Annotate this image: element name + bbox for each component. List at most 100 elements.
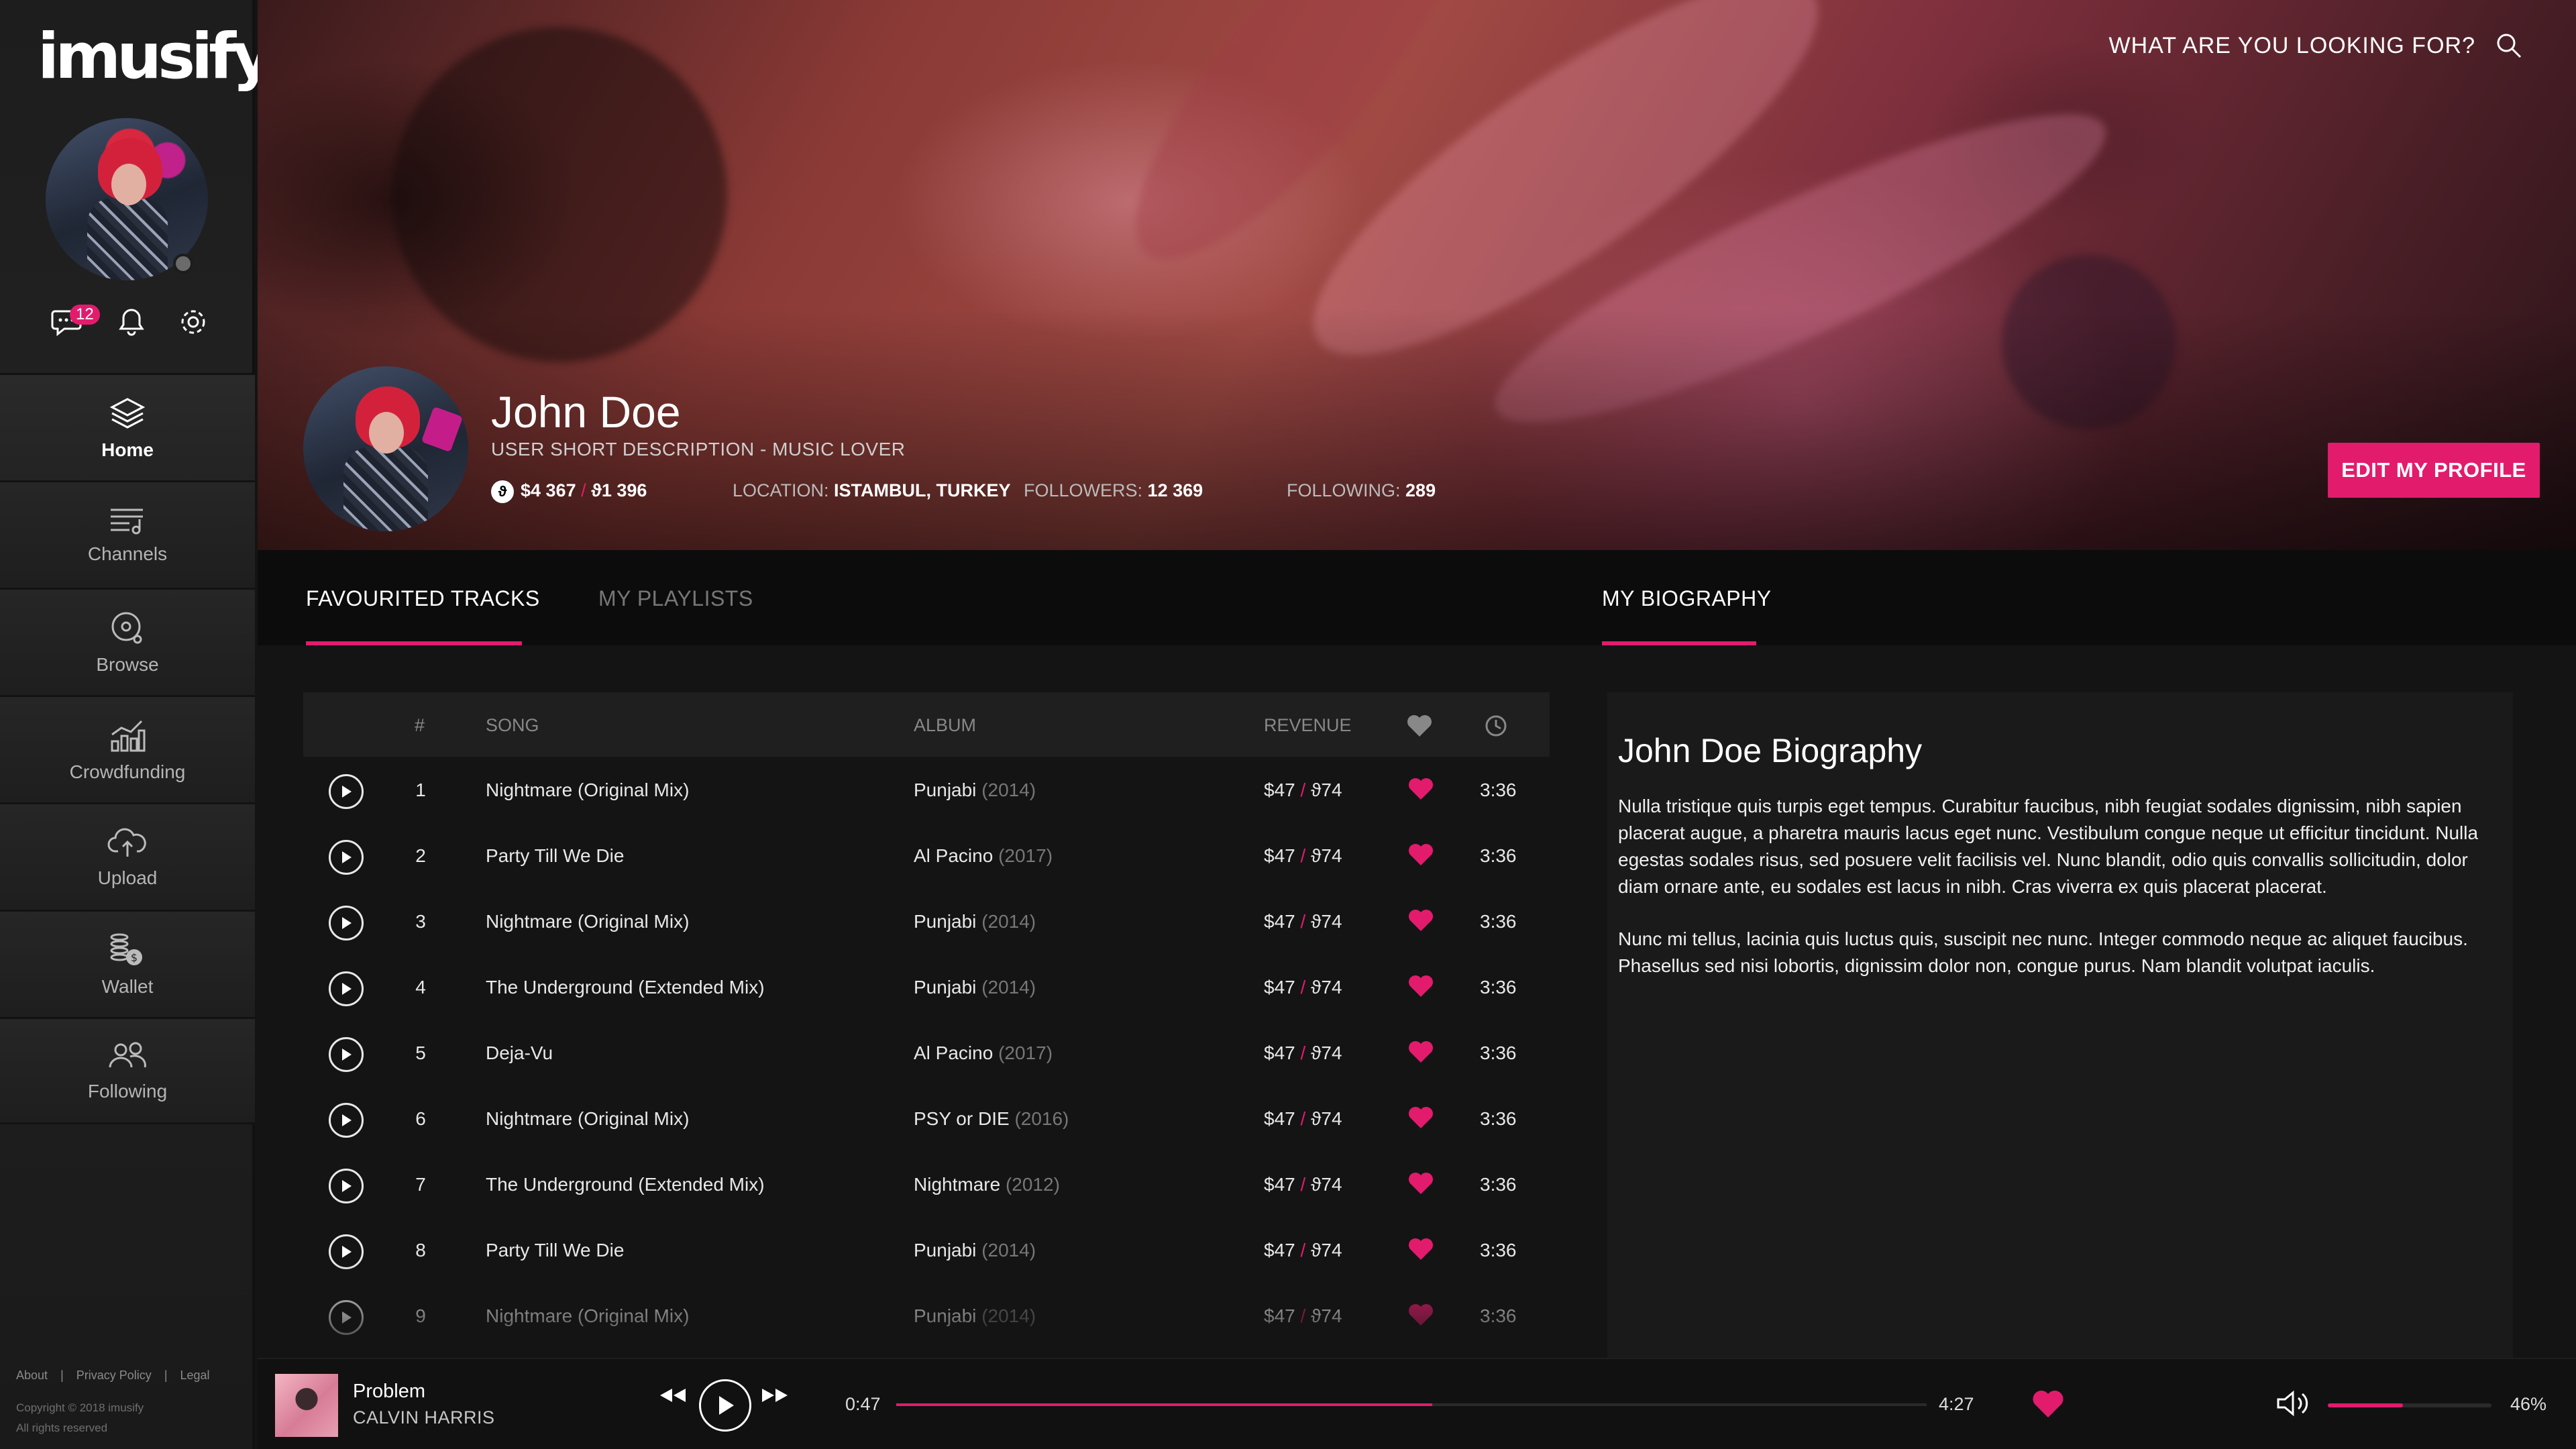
favourite-heart-icon[interactable] xyxy=(1407,908,1434,937)
favourite-heart-icon[interactable] xyxy=(1407,974,1434,1003)
row-play-button[interactable] xyxy=(329,774,364,809)
bell-icon[interactable] xyxy=(110,301,153,343)
col-revenue[interactable]: REVENUE xyxy=(1264,715,1352,736)
location-value: ISTAMBUL, TURKEY xyxy=(834,480,1011,500)
play-pause-button[interactable] xyxy=(699,1379,751,1432)
nav-item-following[interactable]: Following xyxy=(0,1017,255,1124)
app-logo[interactable]: imusify. xyxy=(38,20,288,93)
clock-icon[interactable] xyxy=(1484,714,1508,738)
track-song[interactable]: Party Till We Die xyxy=(486,1240,624,1261)
nav-item-home[interactable]: Home xyxy=(0,373,255,480)
revenue-usd: $47 xyxy=(1264,1174,1295,1195)
track-album[interactable]: Punjabi (2014) xyxy=(914,977,1036,998)
track-album[interactable]: Punjabi (2014) xyxy=(914,1240,1036,1261)
track-song[interactable]: Nightmare (Original Mix) xyxy=(486,911,689,932)
revenue-separator: / xyxy=(1300,1305,1306,1326)
track-song[interactable]: Deja-Vu xyxy=(486,1042,553,1064)
track-album[interactable]: Punjabi (2014) xyxy=(914,780,1036,801)
track-album[interactable]: Al Pacino (2017) xyxy=(914,845,1053,867)
table-row[interactable]: 7 The Underground (Extended Mix) Nightmare… xyxy=(303,1151,1550,1217)
favourite-heart-icon[interactable] xyxy=(1407,843,1434,871)
like-heart-icon[interactable] xyxy=(2031,1389,2065,1419)
track-album[interactable]: Punjabi (2014) xyxy=(914,911,1036,932)
favourite-heart-icon[interactable] xyxy=(1407,1303,1434,1332)
total-time: 4:27 xyxy=(1939,1394,1974,1414)
track-album[interactable]: PSY or DIE (2016) xyxy=(914,1108,1069,1130)
favourite-heart-icon[interactable] xyxy=(1407,1106,1434,1134)
play-icon xyxy=(342,983,352,995)
tab-favourited-tracks[interactable]: FAVOURITED TRACKS xyxy=(306,586,540,611)
track-album[interactable]: Punjabi (2014) xyxy=(914,1305,1036,1327)
chat-icon[interactable]: 12 xyxy=(47,301,100,343)
track-album[interactable]: Al Pacino (2017) xyxy=(914,1042,1053,1064)
table-body: 1 Nightmare (Original Mix) Punjabi (2014) $… xyxy=(303,757,1550,1348)
track-song[interactable]: The Underground (Extended Mix) xyxy=(486,977,765,998)
table-row[interactable]: 6 Nightmare (Original Mix) PSY or DIE (201… xyxy=(303,1085,1550,1151)
nav-item-upload[interactable]: Upload xyxy=(0,802,255,910)
rewind-icon[interactable] xyxy=(657,1386,687,1405)
revenue-token: ϑ74 xyxy=(1311,1305,1342,1326)
track-album[interactable]: Nightmare (2012) xyxy=(914,1174,1060,1195)
row-play-button[interactable] xyxy=(329,1234,364,1269)
volume-icon[interactable] xyxy=(2275,1390,2313,1417)
track-number: 5 xyxy=(415,1042,426,1063)
nav-item-crowdfunding[interactable]: Crowdfunding xyxy=(0,695,255,802)
revenue-usd: $47 xyxy=(1264,845,1295,866)
track-cover[interactable] xyxy=(275,1374,338,1437)
col-num: # xyxy=(415,715,425,735)
following-value: 289 xyxy=(1405,480,1436,500)
volume-slider[interactable] xyxy=(2328,1403,2491,1407)
row-play-button[interactable] xyxy=(329,1169,364,1203)
privacy-link[interactable]: Privacy Policy xyxy=(76,1368,152,1382)
heart-header-icon[interactable] xyxy=(1406,714,1433,738)
following[interactable]: FOLLOWING: 289 xyxy=(1287,480,1436,501)
track-song[interactable]: The Underground (Extended Mix) xyxy=(486,1174,765,1195)
col-song[interactable]: SONG xyxy=(486,715,539,736)
nav-label: Upload xyxy=(97,867,158,888)
followers[interactable]: FOLLOWERS: 12 369 xyxy=(1024,480,1203,501)
track-song[interactable]: Nightmare (Original Mix) xyxy=(486,1305,689,1327)
table-row[interactable]: 1 Nightmare (Original Mix) Punjabi (2014) $… xyxy=(303,757,1550,822)
row-play-button[interactable] xyxy=(329,840,364,875)
svg-text:$: $ xyxy=(131,951,138,964)
table-row[interactable]: 4 The Underground (Extended Mix) Punjabi (… xyxy=(303,954,1550,1020)
favourite-heart-icon[interactable] xyxy=(1407,1237,1434,1266)
search-label[interactable]: WHAT ARE YOU LOOKING FOR? xyxy=(2109,33,2475,59)
row-play-button[interactable] xyxy=(329,906,364,941)
tab-my-biography[interactable]: MY BIOGRAPHY xyxy=(1602,586,1772,611)
table-row[interactable]: 9 Nightmare (Original Mix) Punjabi (2014) $… xyxy=(303,1283,1550,1348)
row-play-button[interactable] xyxy=(329,1037,364,1072)
separator: | xyxy=(60,1368,64,1382)
row-play-button[interactable] xyxy=(329,1103,364,1138)
row-play-button[interactable] xyxy=(329,971,364,1006)
row-play-button[interactable] xyxy=(329,1300,364,1335)
album-year: (2014) xyxy=(981,1305,1036,1326)
progress-bar[interactable] xyxy=(896,1403,1927,1406)
favourite-heart-icon[interactable] xyxy=(1407,777,1434,806)
edit-profile-button[interactable]: EDIT MY PROFILE xyxy=(2328,443,2540,498)
table-row[interactable]: 8 Party Till We Die Punjabi (2014) $47 / ϑ7… xyxy=(303,1217,1550,1283)
legal-link[interactable]: Legal xyxy=(180,1368,210,1382)
favourite-heart-icon[interactable] xyxy=(1407,1040,1434,1069)
fast-forward-icon[interactable] xyxy=(761,1386,790,1405)
table-row[interactable]: 5 Deja-Vu Al Pacino (2017) $47 / ϑ74 3:36 xyxy=(303,1020,1550,1085)
nav-item-channels[interactable]: Channels xyxy=(0,480,255,588)
track-song[interactable]: Nightmare (Original Mix) xyxy=(486,1108,689,1130)
search-bar[interactable]: WHAT ARE YOU LOOKING FOR? xyxy=(2109,32,2522,59)
about-link[interactable]: About xyxy=(16,1368,48,1382)
favourite-heart-icon[interactable] xyxy=(1407,1171,1434,1200)
table-row[interactable]: 3 Nightmare (Original Mix) Punjabi (2014) $… xyxy=(303,888,1550,954)
track-artist[interactable]: CALVIN HARRIS xyxy=(353,1407,495,1428)
nav-item-wallet[interactable]: $ Wallet xyxy=(0,910,255,1017)
gear-icon[interactable] xyxy=(172,301,215,343)
track-song[interactable]: Nightmare (Original Mix) xyxy=(486,780,689,801)
album-year: (2017) xyxy=(998,1042,1053,1063)
revenue-separator: / xyxy=(1300,911,1306,932)
nav-item-browse[interactable]: Browse xyxy=(0,588,255,695)
track-title[interactable]: Problem xyxy=(353,1381,425,1403)
col-album[interactable]: ALBUM xyxy=(914,715,976,736)
track-song[interactable]: Party Till We Die xyxy=(486,845,624,867)
tab-my-playlists[interactable]: MY PLAYLISTS xyxy=(598,586,753,611)
search-icon[interactable] xyxy=(2496,32,2522,59)
table-row[interactable]: 2 Party Till We Die Al Pacino (2017) $47 / … xyxy=(303,822,1550,888)
